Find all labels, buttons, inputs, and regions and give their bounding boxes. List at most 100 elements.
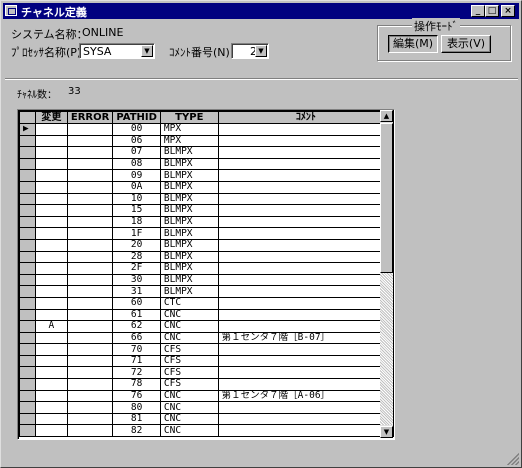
type-cell[interactable]: CNC [159, 412, 219, 426]
table-row[interactable]: ▶ 00 MPX [19, 123, 394, 136]
table-row[interactable]: 0A BLMPX [19, 180, 394, 194]
row-selector[interactable] [19, 146, 36, 159]
error-cell[interactable] [66, 134, 114, 148]
comment-cell[interactable] [217, 320, 394, 333]
pathid-cell[interactable]: 10 [112, 192, 161, 206]
comment-cell[interactable] [217, 227, 394, 240]
processor-name-combo[interactable]: SYSA ▼ [79, 43, 155, 59]
change-cell[interactable] [34, 215, 68, 229]
comment-cell[interactable] [217, 215, 394, 229]
table-row[interactable]: 60 CTC [19, 296, 394, 310]
close-button[interactable]: × [501, 5, 515, 17]
error-cell[interactable] [66, 354, 114, 368]
comment-cell[interactable] [217, 204, 394, 217]
error-cell[interactable] [66, 180, 114, 194]
change-cell[interactable]: A [34, 320, 68, 333]
error-cell[interactable] [66, 227, 114, 240]
pathid-cell[interactable]: 76 [112, 389, 161, 403]
row-selector[interactable] [19, 401, 36, 414]
pathid-cell[interactable]: 28 [112, 250, 161, 264]
table-row[interactable]: 80 CNC [19, 401, 394, 414]
app-icon[interactable] [5, 5, 17, 16]
pathid-cell[interactable]: 72 [112, 366, 161, 380]
change-cell[interactable] [34, 401, 68, 414]
type-cell[interactable]: BLMPX [159, 250, 219, 264]
table-row[interactable]: 18 BLMPX [19, 215, 394, 229]
table-row[interactable]: 15 BLMPX [19, 204, 394, 217]
type-cell[interactable]: CTC [159, 296, 219, 310]
row-selector[interactable] [19, 134, 36, 148]
comment-cell[interactable] [217, 343, 394, 356]
type-cell[interactable]: BLMPX [159, 180, 219, 194]
error-cell[interactable] [66, 157, 114, 171]
comment-cell[interactable] [217, 401, 394, 414]
comment-cell[interactable] [217, 134, 394, 148]
row-selector[interactable] [19, 412, 36, 426]
comment-cell[interactable] [217, 250, 394, 264]
error-cell[interactable] [66, 204, 114, 217]
change-cell[interactable] [34, 296, 68, 310]
error-cell[interactable] [66, 262, 114, 275]
scroll-up-arrow-icon[interactable]: ▲ [380, 110, 393, 122]
pathid-cell[interactable]: 20 [112, 238, 161, 252]
error-cell[interactable] [66, 146, 114, 159]
type-cell[interactable]: MPX [159, 134, 219, 148]
change-cell[interactable] [34, 134, 68, 148]
pathid-cell[interactable]: 31 [112, 285, 161, 298]
pathid-cell[interactable]: 62 [112, 320, 161, 333]
change-cell[interactable] [34, 204, 68, 217]
type-cell[interactable]: BLMPX [159, 204, 219, 217]
error-cell[interactable] [66, 412, 114, 426]
comment-cell[interactable] [217, 424, 394, 438]
change-cell[interactable] [34, 157, 68, 171]
table-row[interactable]: 82 CNC [19, 424, 394, 438]
pathid-cell[interactable]: 1F [112, 227, 161, 240]
row-selector[interactable] [19, 169, 36, 182]
pathid-cell[interactable]: 61 [112, 308, 161, 322]
comment-cell[interactable] [217, 180, 394, 194]
type-cell[interactable]: BLMPX [159, 157, 219, 171]
view-mode-button[interactable]: 表示(V) [441, 35, 491, 53]
table-row[interactable]: 07 BLMPX [19, 146, 394, 159]
comment-cell[interactable] [217, 273, 394, 287]
pathid-cell[interactable]: 06 [112, 134, 161, 148]
header-selector[interactable] [19, 111, 36, 124]
comment-cell[interactable] [217, 354, 394, 368]
table-row[interactable]: 61 CNC [19, 308, 394, 322]
row-selector[interactable] [19, 320, 36, 333]
pathid-cell[interactable]: 70 [112, 343, 161, 356]
error-cell[interactable] [66, 343, 114, 356]
header-error[interactable]: ERROR [66, 111, 114, 124]
type-cell[interactable]: MPX [159, 123, 219, 136]
table-row[interactable]: 78 CFS [19, 378, 394, 391]
pathid-cell[interactable]: 08 [112, 157, 161, 171]
table-row[interactable]: 09 BLMPX [19, 169, 394, 182]
row-selector[interactable] [19, 331, 36, 345]
table-row[interactable]: 30 BLMPX [19, 273, 394, 287]
pathid-cell[interactable]: 15 [112, 204, 161, 217]
error-cell[interactable] [66, 285, 114, 298]
row-selector[interactable] [19, 378, 36, 391]
processor-dropdown-arrow-icon[interactable]: ▼ [141, 45, 153, 57]
table-row[interactable]: 20 BLMPX [19, 238, 394, 252]
comment-number-combo[interactable]: 2 ▼ [231, 43, 269, 59]
comment-cell[interactable] [217, 412, 394, 426]
row-selector[interactable] [19, 285, 36, 298]
row-selector[interactable] [19, 354, 36, 368]
change-cell[interactable] [34, 192, 68, 206]
table-row[interactable]: 71 CFS [19, 354, 394, 368]
row-selector[interactable] [19, 262, 36, 275]
error-cell[interactable] [66, 192, 114, 206]
type-cell[interactable]: CFS [159, 366, 219, 380]
row-selector[interactable] [19, 343, 36, 356]
table-row[interactable]: A 62 CNC [19, 320, 394, 333]
header-change[interactable]: 変更 [34, 111, 68, 124]
header-type[interactable]: TYPE [159, 111, 219, 124]
table-row[interactable]: 2F BLMPX [19, 262, 394, 275]
change-cell[interactable] [34, 366, 68, 380]
error-cell[interactable] [66, 331, 114, 345]
comment-cell[interactable] [217, 146, 394, 159]
row-selector[interactable] [19, 192, 36, 206]
type-cell[interactable]: BLMPX [159, 227, 219, 240]
change-cell[interactable] [34, 180, 68, 194]
